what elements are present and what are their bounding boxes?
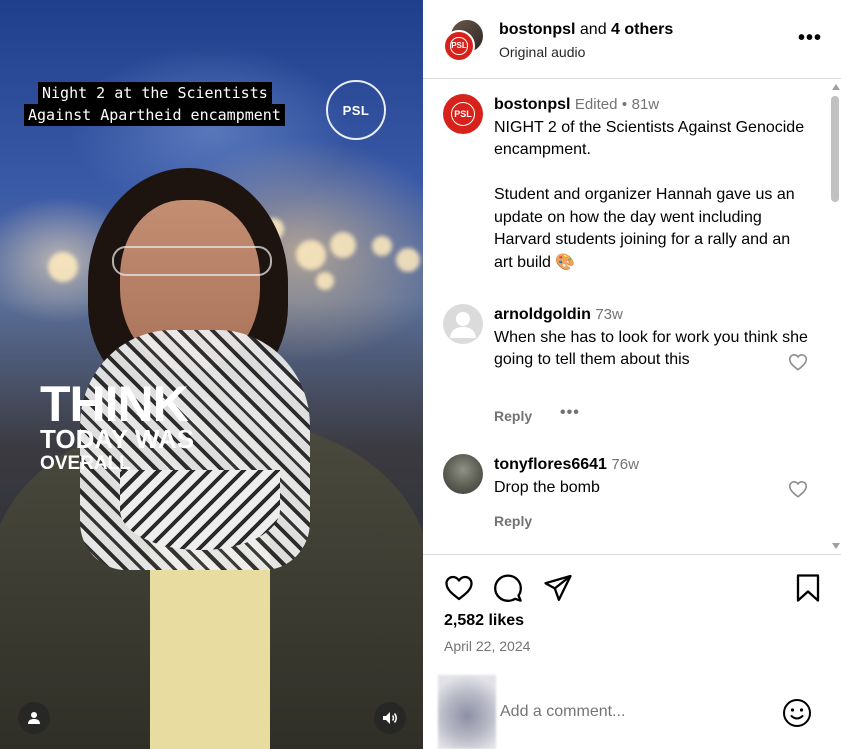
bokeh-light	[330, 232, 356, 258]
comment-item: tonyflores6641 76w Drop the bomb Reply	[423, 454, 823, 544]
psl-logo-text: PSL	[342, 102, 370, 118]
video-overlay-overall: OVERALL	[40, 453, 131, 474]
share-paper-plane-icon[interactable]	[543, 573, 573, 603]
reel-video[interactable]: Night 2 at the Scientists Against Aparth…	[0, 0, 423, 749]
add-comment-input[interactable]	[500, 701, 760, 723]
comment-body: tonyflores6641 76w Drop the bomb	[494, 454, 809, 499]
caption-body: bostonpsl Edited • 81w NIGHT 2 of the Sc…	[494, 94, 809, 274]
more-options-button[interactable]: •••	[795, 26, 825, 54]
audio-link[interactable]: Original audio	[499, 43, 585, 61]
emoji-smiley-icon[interactable]	[781, 697, 813, 729]
edited-label: Edited	[574, 96, 618, 113]
likes-count[interactable]: 2,582 likes	[444, 612, 524, 630]
commenter-avatar[interactable]	[443, 454, 483, 494]
author-avatar[interactable]: PSL	[443, 30, 475, 62]
comment-like-heart-icon[interactable]	[787, 351, 809, 373]
save-bookmark-icon[interactable]	[793, 573, 823, 603]
bokeh-light	[48, 252, 78, 282]
mute-toggle-button[interactable]	[374, 702, 406, 734]
speaker-icon	[383, 712, 397, 724]
comment-like-heart-icon[interactable]	[787, 478, 809, 500]
commenter-avatar[interactable]	[443, 304, 483, 344]
comment-text: Drop the bomb	[494, 478, 600, 496]
bokeh-light	[396, 248, 420, 272]
caption-username[interactable]: bostonpsl	[494, 96, 570, 113]
post-header: PSL bostonpsl and 4 others Original audi…	[423, 0, 841, 79]
video-overlay-today-was: TODAY WAS	[40, 424, 195, 454]
person-glasses	[112, 246, 272, 276]
comment-options-button[interactable]: •••	[560, 404, 580, 422]
scroll-up-arrow-icon[interactable]	[832, 84, 840, 90]
psl-avatar-logo: PSL	[450, 37, 468, 55]
comment-item: arnoldgoldin 73w When she has to look fo…	[423, 304, 823, 434]
post-date[interactable]: April 22, 2024	[444, 638, 530, 654]
authors-and-text: and	[579, 21, 607, 38]
reply-button[interactable]: Reply	[494, 408, 532, 424]
like-heart-icon[interactable]	[444, 573, 474, 603]
author-username-link[interactable]: bostonpsl	[499, 21, 575, 38]
bokeh-light	[316, 272, 334, 290]
post-authors: bostonpsl and 4 others	[499, 20, 673, 40]
comment-time[interactable]: 76w	[611, 456, 639, 473]
caption-comment: PSL bostonpsl Edited • 81w NIGHT 2 of th…	[423, 94, 823, 294]
keffiyeh-scarf-lower	[120, 470, 280, 550]
add-comment-row	[423, 675, 841, 749]
current-user-avatar	[438, 675, 496, 749]
default-avatar-icon	[450, 312, 476, 338]
comment-username[interactable]: tonyflores6641	[494, 456, 607, 473]
video-caption-line-2: Against Apartheid encampment	[24, 104, 285, 126]
bokeh-light	[372, 236, 392, 256]
caption-author-avatar[interactable]: PSL	[443, 94, 483, 134]
comment-body: arnoldgoldin 73w When she has to look fo…	[494, 304, 809, 372]
person-icon	[28, 712, 40, 724]
scrollbar-thumb[interactable]	[831, 96, 839, 202]
tagged-users-button[interactable]	[18, 702, 50, 734]
bokeh-light	[296, 240, 326, 270]
comments-scrollbar[interactable]	[829, 80, 841, 553]
caption-text: NIGHT 2 of the Scientists Against Genoci…	[494, 118, 805, 271]
psl-avatar-logo: PSL	[450, 101, 476, 127]
scroll-down-arrow-icon[interactable]	[832, 543, 840, 549]
video-caption-line-1: Night 2 at the Scientists	[38, 82, 272, 104]
comment-bubble-icon[interactable]	[493, 573, 523, 603]
post-panel: PSL bostonpsl and 4 others Original audi…	[423, 0, 841, 749]
comment-text: When she has to look for work you think …	[494, 328, 808, 369]
psl-logo-watermark: PSL	[326, 80, 386, 140]
caption-time[interactable]: 81w	[632, 96, 660, 113]
meta-separator: •	[621, 96, 628, 113]
comments-section[interactable]: PSL bostonpsl Edited • 81w NIGHT 2 of th…	[423, 80, 841, 553]
other-authors-link[interactable]: 4 others	[611, 21, 673, 38]
reply-button[interactable]: Reply	[494, 513, 532, 529]
comment-time[interactable]: 73w	[595, 306, 623, 323]
comment-username[interactable]: arnoldgoldin	[494, 306, 591, 323]
